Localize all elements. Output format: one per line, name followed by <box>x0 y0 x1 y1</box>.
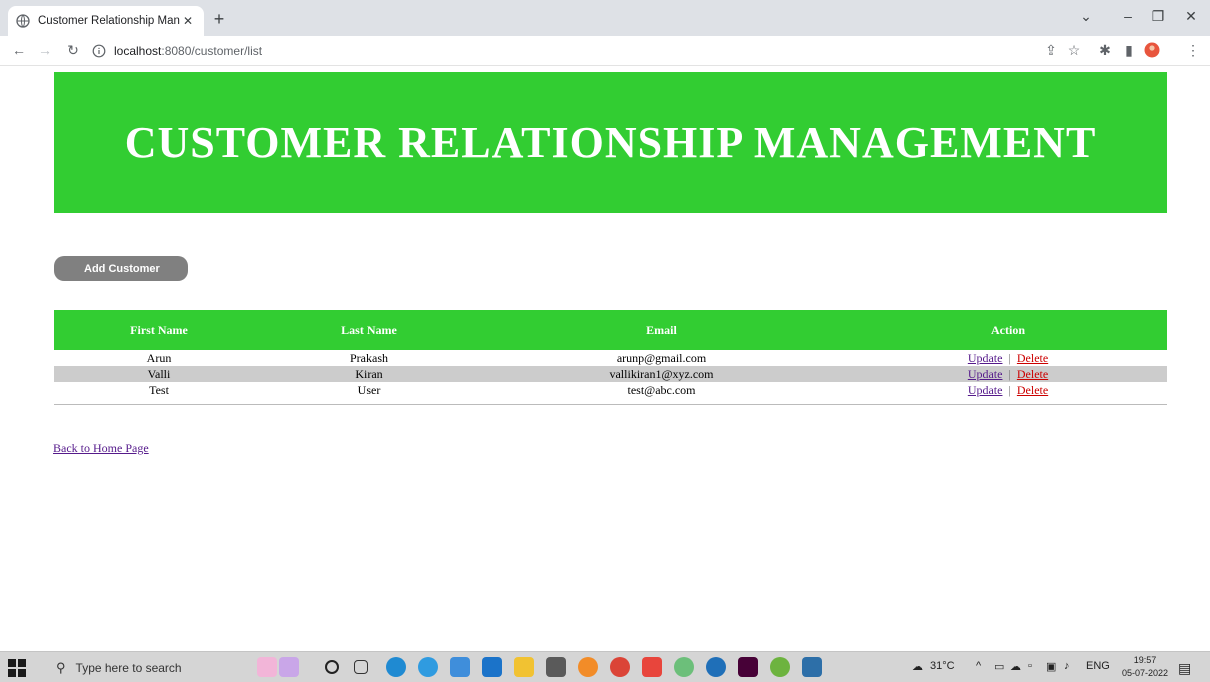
cortana-ring-icon[interactable] <box>418 657 438 677</box>
info-icon[interactable] <box>92 44 106 58</box>
side-panel-icon[interactable]: ▮ <box>1120 42 1138 59</box>
bookmark-star-icon[interactable]: ☆ <box>1065 42 1083 59</box>
task-view-icon[interactable] <box>354 660 368 674</box>
browser-tab[interactable]: Customer Relationship Managem ✕ <box>8 6 204 36</box>
cortana-icon[interactable] <box>325 660 339 674</box>
browser-tab-strip: Customer Relationship Managem ✕ + ⌄ – ❐ … <box>0 0 1210 36</box>
onedrive-icon[interactable]: ☁ <box>1010 660 1021 673</box>
update-link[interactable]: Update <box>968 351 1003 365</box>
chevron-up-icon[interactable]: ^ <box>976 660 981 672</box>
chrome-icon[interactable] <box>610 657 630 677</box>
forward-arrow-icon[interactable]: → <box>36 42 54 58</box>
delete-link[interactable]: Delete <box>1017 367 1048 381</box>
cell-last-name: Prakash <box>350 351 388 365</box>
cell-last-name: Kiran <box>264 366 474 382</box>
header-first-name: First Name <box>54 310 264 350</box>
clock-date: 05-07-2022 <box>1121 668 1169 678</box>
back-arrow-icon[interactable]: ← <box>10 42 28 58</box>
cell-email: test@abc.com <box>627 383 696 397</box>
cell-email: arunp@gmail.com <box>616 351 707 365</box>
browser-toolbar: ← → ↻ localhost :8080/customer/list ⇪ ☆ … <box>0 36 1210 66</box>
widget-llama-icon[interactable] <box>279 657 299 677</box>
menu-kebab-icon[interactable]: ⋮ <box>1184 42 1202 59</box>
close-window-button[interactable]: ✕ <box>1181 8 1201 25</box>
url-host: localhost <box>114 44 162 58</box>
search-icon: ⚲ <box>56 660 66 675</box>
widget-unicorn-icon[interactable] <box>257 657 277 677</box>
back-to-home-link[interactable]: Back to Home Page <box>53 441 149 456</box>
taskbar-search[interactable]: ⚲ Type here to search <box>50 656 245 680</box>
tab-close-icon[interactable]: ✕ <box>180 14 196 28</box>
extensions-puzzle-icon[interactable]: ✱ <box>1096 42 1114 59</box>
customer-table: First Name Last Name Email Action Arun P… <box>54 310 1167 405</box>
windows-start-icon[interactable] <box>8 659 26 677</box>
search-placeholder: Type here to search <box>75 661 182 675</box>
share-icon[interactable]: ⇪ <box>1042 42 1060 59</box>
tab-title: Customer Relationship Managem <box>38 15 180 27</box>
header-email: Email <box>474 310 849 350</box>
globe-icon <box>16 14 30 28</box>
notifications-icon[interactable]: ▤ <box>1178 660 1191 677</box>
reload-icon[interactable]: ↻ <box>64 42 82 59</box>
spring-tool-icon[interactable] <box>770 657 790 677</box>
page-title: CUSTOMER RELATIONSHIP MANAGEMENT <box>124 118 1097 167</box>
cell-last-name: User <box>357 383 381 397</box>
edge-browser-icon[interactable] <box>386 657 406 677</box>
display-icon[interactable]: ▣ <box>1046 660 1056 673</box>
network-icon[interactable]: ▫ <box>1028 660 1032 672</box>
adobe-xd-icon[interactable] <box>738 657 758 677</box>
table-header-row: First Name Last Name Email Action <box>54 310 1167 350</box>
table-row: Test User test@abc.com Update | Delete <box>54 382 1167 398</box>
update-link[interactable]: Update <box>968 383 1003 397</box>
table-bottom-rule <box>54 398 1167 405</box>
page-banner: CUSTOMER RELATIONSHIP MANAGEMENT <box>54 72 1167 213</box>
profile-avatar-icon[interactable] <box>1143 42 1161 61</box>
maximize-button[interactable]: ❐ <box>1148 8 1168 25</box>
table-divider <box>54 398 1167 405</box>
mail-icon[interactable] <box>482 657 502 677</box>
weather-temperature[interactable]: 31°C <box>930 660 955 672</box>
action-separator: | <box>1008 383 1011 397</box>
cell-first-name: Valli <box>54 366 264 382</box>
mysql-workbench-icon[interactable] <box>802 657 822 677</box>
tab-search-icon[interactable]: ⌄ <box>1076 8 1096 25</box>
cell-first-name: Test <box>149 383 169 397</box>
language-indicator[interactable]: ENG <box>1086 660 1110 672</box>
terminal-icon[interactable] <box>546 657 566 677</box>
cell-action: Update | Delete <box>849 366 1167 382</box>
cell-first-name: Arun <box>146 351 172 365</box>
new-tab-button[interactable]: + <box>208 9 230 31</box>
cell-action: Update | Delete <box>849 382 1167 398</box>
vpn-icon[interactable] <box>706 657 726 677</box>
url-path: :8080/customer/list <box>161 44 263 58</box>
clock-time: 19:57 <box>1133 655 1157 665</box>
table-row: Valli Kiran vallikiran1@xyz.com Update | D… <box>54 366 1167 382</box>
header-last-name: Last Name <box>264 310 474 350</box>
delete-link[interactable]: Delete <box>1017 351 1048 365</box>
store-icon[interactable] <box>450 657 470 677</box>
volume-icon[interactable]: ♪ <box>1064 660 1070 672</box>
battery-icon[interactable]: ▭ <box>994 660 1004 673</box>
action-separator: | <box>1008 351 1011 365</box>
delete-link[interactable]: Delete <box>1017 383 1048 397</box>
git-icon[interactable] <box>642 657 662 677</box>
table-row: Arun Prakash arunp@gmail.com Update | Dele… <box>54 350 1167 366</box>
update-link[interactable]: Update <box>968 367 1003 381</box>
cell-action: Update | Delete <box>849 350 1167 366</box>
blender-icon[interactable] <box>578 657 598 677</box>
weather-icon[interactable]: ☁ <box>912 660 923 673</box>
address-bar[interactable]: localhost :8080/customer/list <box>92 40 1072 62</box>
taskbar-clock[interactable]: 19:57 05-07-2022 <box>1117 654 1173 680</box>
android-studio-icon[interactable] <box>674 657 694 677</box>
os-taskbar: ⚲ Type here to search ☁ 31°C ^ ▭ ☁ ▫ ▣ ♪… <box>0 651 1210 682</box>
add-customer-button[interactable]: Add Customer <box>54 256 188 281</box>
action-separator: | <box>1008 367 1011 381</box>
cell-email: vallikiran1@xyz.com <box>474 366 849 382</box>
header-action: Action <box>849 310 1167 350</box>
minimize-button[interactable]: – <box>1118 8 1138 24</box>
file-explorer-icon[interactable] <box>514 657 534 677</box>
